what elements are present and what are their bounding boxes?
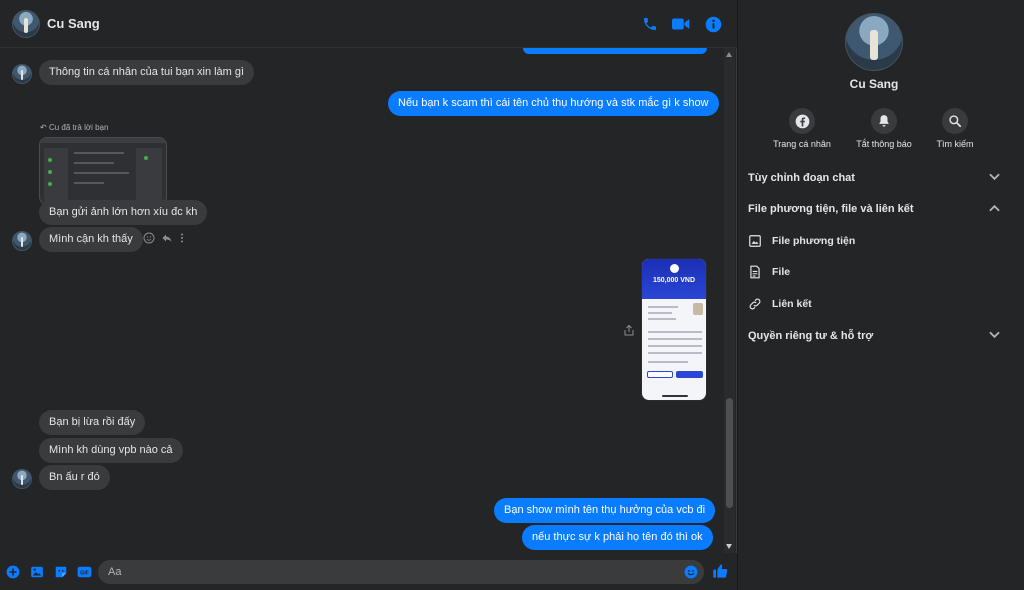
- profile-action-label: Trang cá nhân: [773, 139, 831, 149]
- info-icon[interactable]: [703, 14, 723, 34]
- bell-icon: [879, 115, 889, 127]
- section-title: Tùy chỉnh đoạn chat: [748, 172, 855, 184]
- chevron-up-icon: [989, 204, 1000, 212]
- phone-call-icon[interactable]: [640, 14, 660, 34]
- message-incoming[interactable]: Mình kh dùng vpb nào cả: [39, 438, 183, 463]
- bank-logo-icon: [670, 264, 679, 273]
- share-icon[interactable]: [623, 324, 635, 337]
- message-incoming[interactable]: Bạn bị lừa rồi đấy: [39, 410, 146, 435]
- gif-icon[interactable]: GIF: [77, 565, 92, 579]
- sender-avatar[interactable]: [12, 231, 32, 251]
- section-privacy-support[interactable]: Quyền riêng tư & hỗ trợ: [748, 324, 1000, 348]
- previous-message-bubble: [523, 48, 707, 54]
- section-title: Quyền riêng tư & hỗ trợ: [748, 330, 874, 342]
- video-call-icon[interactable]: [671, 14, 691, 34]
- sender-avatar[interactable]: [12, 469, 32, 489]
- message-scrollbar[interactable]: [724, 48, 735, 553]
- reply-arrow-icon: ↶: [40, 123, 49, 132]
- reply-icon[interactable]: [161, 232, 173, 244]
- search-action[interactable]: Tìm kiếm: [910, 108, 1000, 149]
- contact-avatar[interactable]: [12, 10, 40, 38]
- react-icon[interactable]: [143, 232, 155, 244]
- chat-panel: Cu Sang Thông tin cá nhân của tui bạn xi…: [0, 0, 737, 590]
- section-title: File phương tiện, file và liên kết: [748, 203, 914, 215]
- scroll-down-icon[interactable]: [726, 544, 732, 549]
- media-files-item[interactable]: File phương tiện: [748, 230, 998, 252]
- link-icon: [749, 298, 761, 310]
- image-attachment[interactable]: [39, 137, 167, 205]
- contact-name[interactable]: Cu Sang: [47, 16, 100, 31]
- message-incoming[interactable]: Bn ấu r đó: [39, 465, 110, 490]
- chevron-down-icon: [989, 331, 1000, 339]
- message-actions: [143, 231, 185, 245]
- conversation-info-panel: Cu Sang Trang cá nhân Tắt thông báo Tìm …: [738, 0, 1024, 590]
- sender-avatar[interactable]: [12, 64, 32, 84]
- reply-note-text: Cu đã trả lời bạn: [48, 123, 109, 132]
- facebook-icon: [795, 114, 809, 128]
- emoji-icon[interactable]: [684, 565, 698, 579]
- reply-indicator: ↶ Cu đã trả lời bạn: [40, 123, 108, 132]
- message-outgoing[interactable]: Bạn show mình tên thụ hưởng của vcb đi: [494, 498, 716, 523]
- media-icon: [749, 235, 761, 247]
- image-icon[interactable]: [30, 565, 44, 579]
- file-icon: [750, 265, 760, 279]
- plus-icon[interactable]: [6, 565, 20, 579]
- chevron-down-icon: [989, 173, 1000, 181]
- message-incoming[interactable]: Thông tin cá nhân của tui bạn xin làm gì: [39, 60, 255, 85]
- profile-action[interactable]: Trang cá nhân: [757, 108, 847, 149]
- like-icon[interactable]: [712, 563, 728, 579]
- composer: GIF: [0, 553, 737, 590]
- more-icon[interactable]: [179, 232, 185, 244]
- message-list[interactable]: Thông tin cá nhân của tui bạn xin làm gì…: [0, 48, 722, 553]
- search-icon: [949, 115, 962, 128]
- message-incoming[interactable]: Mình cận kh thấy: [39, 227, 143, 252]
- scrollbar-thumb[interactable]: [726, 398, 733, 508]
- files-item[interactable]: File: [748, 261, 998, 283]
- section-customize-chat[interactable]: Tùy chỉnh đoạn chat: [748, 166, 1000, 190]
- media-files-label: File phương tiện: [772, 235, 856, 247]
- section-media-files-links[interactable]: File phương tiện, file và liên kết: [748, 197, 1000, 221]
- message-input[interactable]: [108, 560, 678, 584]
- message-input-box[interactable]: [98, 560, 704, 584]
- sticker-icon[interactable]: [54, 565, 68, 579]
- files-label: File: [772, 266, 791, 278]
- message-outgoing[interactable]: nếu thực sự k phải họ tên đó thì ok: [522, 525, 713, 550]
- links-label: Liên kết: [772, 298, 812, 310]
- message-outgoing[interactable]: Nếu bạn k scam thì cái tên chủ thụ hướng…: [388, 91, 719, 116]
- profile-name: Cu Sang: [849, 77, 899, 91]
- profile-avatar[interactable]: [845, 13, 903, 71]
- transfer-amount: 150,000 VND: [652, 277, 696, 284]
- chat-header: Cu Sang: [0, 0, 737, 48]
- transfer-screenshot-image[interactable]: 150,000 VND: [641, 258, 707, 401]
- search-action-label: Tìm kiếm: [936, 139, 974, 149]
- links-item[interactable]: Liên kết: [748, 293, 998, 315]
- message-incoming[interactable]: Bạn gửi ảnh lớn hơn xíu đc kh: [39, 200, 208, 225]
- scroll-up-icon[interactable]: [726, 52, 732, 57]
- svg-text:GIF: GIF: [80, 570, 89, 576]
